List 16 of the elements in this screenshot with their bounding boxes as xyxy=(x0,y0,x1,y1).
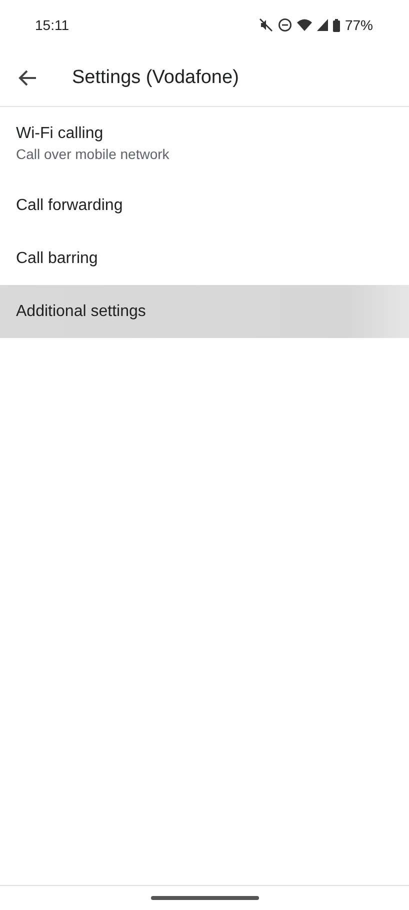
item-title: Additional settings xyxy=(16,302,147,320)
item-title: Call forwarding xyxy=(16,196,124,214)
settings-item[interactable]: Additional settings xyxy=(0,285,409,338)
item-summary: Call over mobile network xyxy=(16,146,170,162)
mute-icon xyxy=(258,18,273,32)
clock-time: 15:11 xyxy=(35,17,69,33)
item-title: Call barring xyxy=(16,250,99,268)
back-arrow-icon[interactable] xyxy=(18,68,38,88)
item-title: Wi-Fi calling xyxy=(16,124,104,142)
home-handle[interactable] xyxy=(150,896,258,900)
signal-icon xyxy=(316,19,328,31)
toolbar-title: Settings (Vodafone) xyxy=(72,67,239,89)
battery-icon xyxy=(332,18,340,32)
wifi-icon xyxy=(296,19,312,31)
battery-percentage: 77% xyxy=(344,17,373,33)
do-not-disturb-icon xyxy=(278,18,292,32)
